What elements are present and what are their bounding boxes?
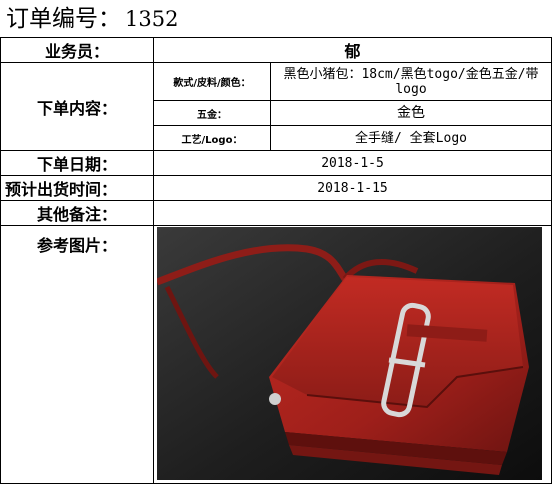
- reference-photo: [157, 227, 542, 480]
- order-title: 订单编号： 1352: [6, 4, 178, 34]
- reference-label-cell: 参考图片：: [0, 225, 154, 484]
- hardware-value: 金色: [269, 100, 552, 126]
- row-salesperson: 业务员： 郁: [0, 37, 552, 63]
- craft-value: 全手缝/ 全套Logo: [269, 125, 552, 151]
- reference-photo-cell: [152, 225, 552, 484]
- salesperson-label: 业务员：: [0, 37, 154, 63]
- order-table: 业务员： 郁 下单内容： 款式/皮料/颜色： 黑色小猪包：18cm/黑色togo…: [0, 37, 552, 484]
- style-label: 款式/皮料/颜色：: [153, 62, 271, 101]
- remarks-label: 其他备注：: [0, 200, 154, 226]
- order-number: 1352: [125, 7, 179, 31]
- row-remarks: 其他备注：: [0, 200, 552, 226]
- order-number-label: 订单编号：: [6, 6, 121, 32]
- side-rivet: [269, 393, 281, 405]
- order-content-label: 下单内容：: [0, 62, 154, 151]
- craft-label: 工艺/Logo：: [153, 125, 271, 151]
- remarks-value: [152, 200, 552, 226]
- order-sheet: 订单编号： 1352 业务员： 郁 下单内容： 款式/皮料/颜色： 黑色小猪包：1…: [0, 0, 552, 484]
- style-value: 黑色小猪包：18cm/黑色togo/金色五金/带logo: [269, 62, 552, 101]
- order-date-value: 2018-1-5: [152, 150, 552, 176]
- order-date-label: 下单日期：: [0, 150, 154, 176]
- row-style: 下单内容： 款式/皮料/颜色： 黑色小猪包：18cm/黑色togo/金色五金/带…: [0, 62, 552, 151]
- ship-date-label: 预计出货时间：: [0, 175, 154, 201]
- reference-label: 参考图片：: [36, 236, 117, 255]
- row-ship-date: 预计出货时间： 2018-1-15: [0, 175, 552, 201]
- salesperson-value: 郁: [152, 37, 552, 63]
- hardware-label: 五金：: [153, 100, 271, 126]
- ship-date-value: 2018-1-15: [152, 175, 552, 201]
- row-order-date: 下单日期： 2018-1-5: [0, 150, 552, 176]
- row-reference: 参考图片：: [0, 225, 552, 484]
